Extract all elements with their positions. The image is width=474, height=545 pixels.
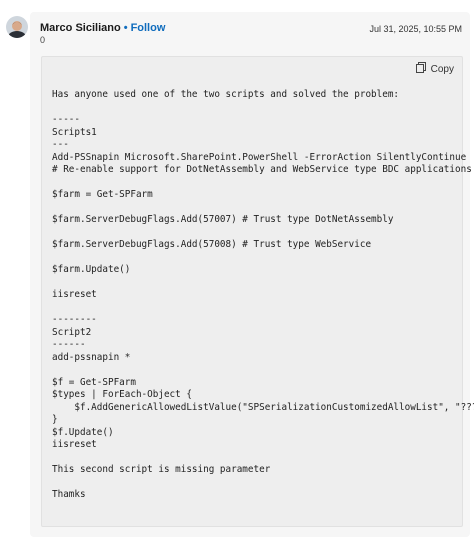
- follow-button[interactable]: Follow: [131, 22, 166, 34]
- avatar[interactable]: [6, 16, 28, 38]
- separator-dot: •: [123, 22, 128, 34]
- author-line: Marco Siciliano • Follow: [40, 22, 165, 34]
- post-timestamp: Jul 31, 2025, 10:55 PM: [369, 24, 462, 34]
- copy-icon: [415, 62, 426, 76]
- author-name[interactable]: Marco Siciliano: [40, 22, 121, 34]
- code-text: Has anyone used one of the two scripts a…: [52, 89, 474, 500]
- copy-label: Copy: [430, 63, 454, 75]
- code-block: Copy Has anyone used one of the two scri…: [41, 56, 474, 527]
- copy-button[interactable]: Copy: [415, 62, 454, 76]
- reaction-count: 0: [40, 35, 46, 45]
